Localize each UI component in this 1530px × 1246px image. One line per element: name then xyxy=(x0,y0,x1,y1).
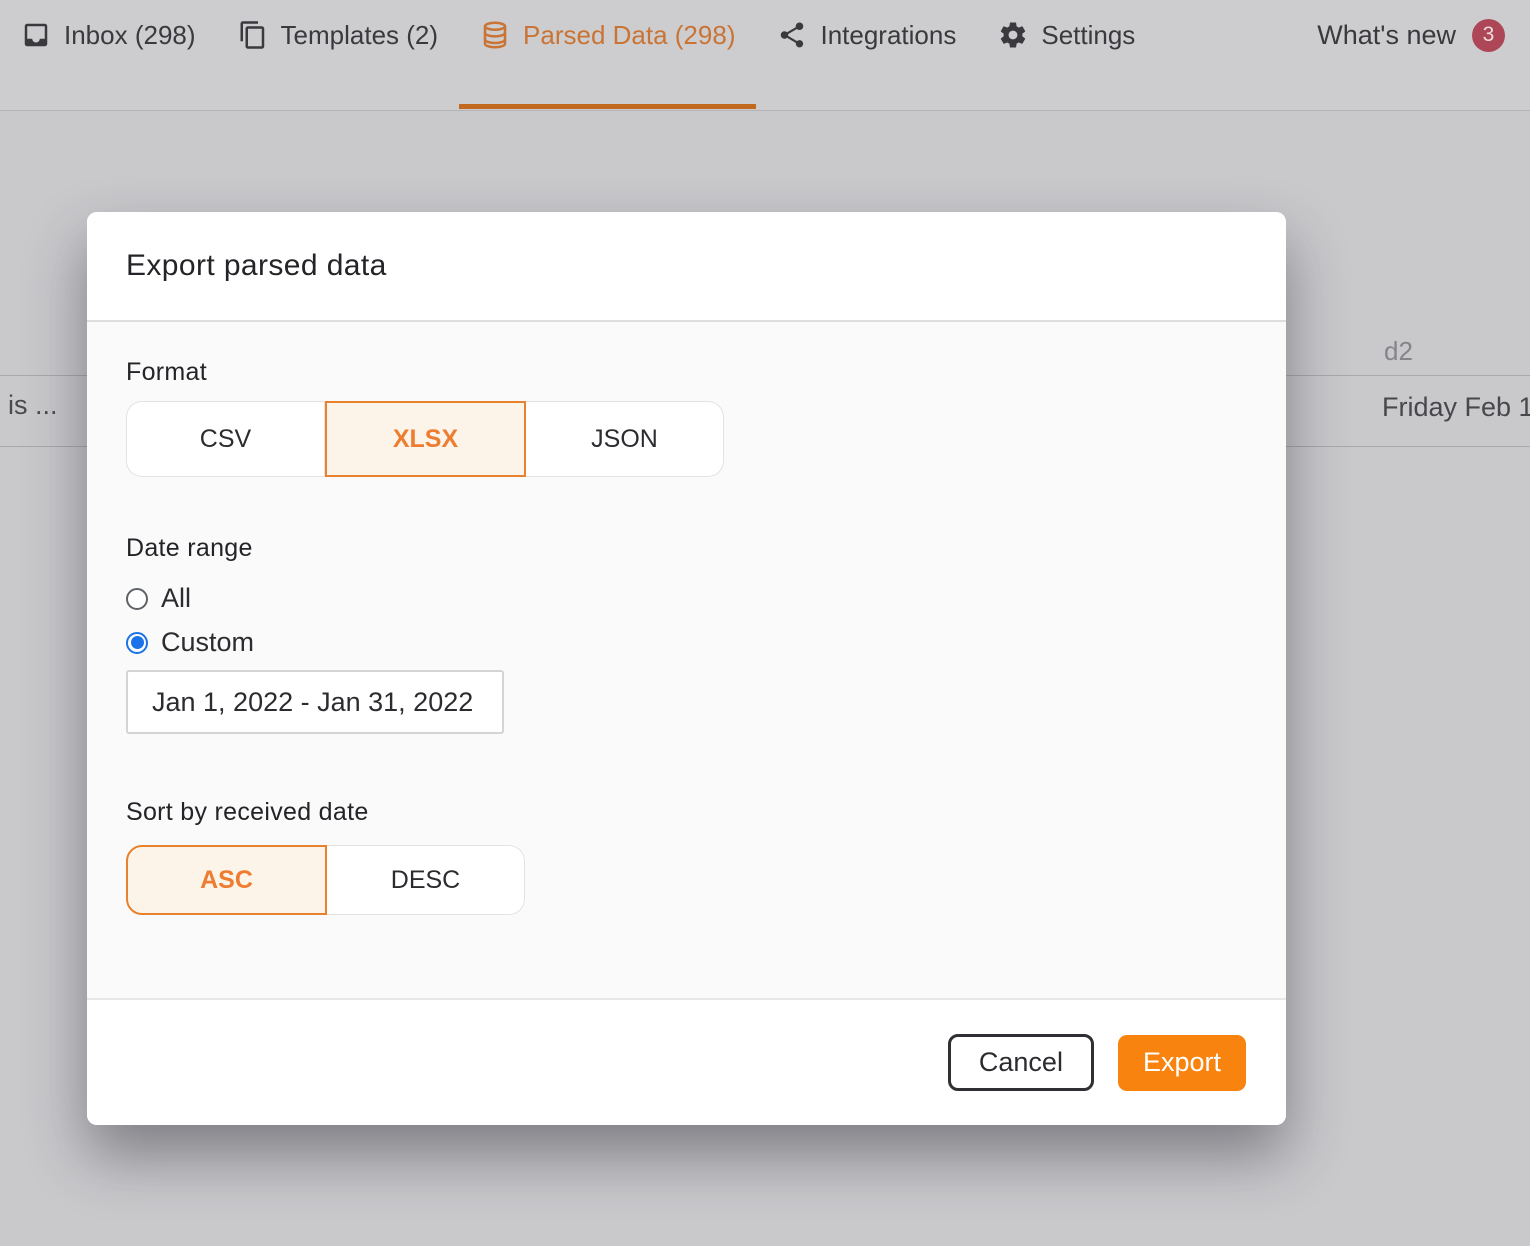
tab-templates[interactable]: Templates (2) xyxy=(217,0,460,70)
background-cell-left: is ... xyxy=(8,390,58,421)
format-option-xlsx[interactable]: XLSX xyxy=(325,401,526,477)
dialog-header: Export parsed data xyxy=(87,212,1286,322)
sort-label: Sort by received date xyxy=(126,798,1247,827)
gear-icon xyxy=(998,20,1028,50)
app-screen: Inbox (298) Templates (2) Parsed Data (2… xyxy=(0,0,1530,1246)
notification-badge: 3 xyxy=(1472,19,1505,52)
whats-new-link[interactable]: What's new 3 xyxy=(1317,0,1530,70)
background-cell-right: Friday Feb 17 xyxy=(1382,392,1530,423)
top-nav: Inbox (298) Templates (2) Parsed Data (2… xyxy=(0,0,1530,111)
tab-settings-label: Settings xyxy=(1041,20,1135,51)
format-toggle-group: CSV XLSX JSON xyxy=(126,401,724,477)
tab-integrations[interactable]: Integrations xyxy=(756,0,977,70)
tab-settings[interactable]: Settings xyxy=(977,0,1156,70)
sort-option-desc[interactable]: DESC xyxy=(327,845,525,915)
radio-option-all[interactable]: All xyxy=(126,583,1247,614)
tab-templates-label: Templates (2) xyxy=(281,20,439,51)
sort-toggle-group: ASC DESC xyxy=(126,845,525,915)
tab-parsed-data-label: Parsed Data (298) xyxy=(523,20,735,51)
inbox-icon xyxy=(21,20,51,50)
share-icon xyxy=(777,20,807,50)
date-range-label: Date range xyxy=(126,534,1247,563)
export-button[interactable]: Export xyxy=(1118,1035,1246,1091)
tab-inbox-label: Inbox (298) xyxy=(64,20,196,51)
radio-all[interactable] xyxy=(126,588,148,610)
sort-section: Sort by received date ASC DESC xyxy=(126,798,1247,915)
tab-parsed-data[interactable]: Parsed Data (298) xyxy=(459,0,756,70)
format-option-csv[interactable]: CSV xyxy=(126,401,325,477)
cancel-button[interactable]: Cancel xyxy=(948,1034,1094,1091)
format-label: Format xyxy=(126,358,1247,387)
radio-all-label: All xyxy=(161,583,191,614)
database-icon xyxy=(480,20,510,50)
date-range-section: Date range All Custom Jan 1, 2022 - Jan … xyxy=(126,534,1247,734)
radio-option-custom[interactable]: Custom xyxy=(126,627,1247,658)
dialog-body: Format CSV XLSX JSON Date range All Cust… xyxy=(87,322,1286,998)
sort-option-asc[interactable]: ASC xyxy=(126,845,327,915)
dialog-title: Export parsed data xyxy=(126,249,387,283)
background-column-header: d2 xyxy=(1384,336,1413,367)
templates-icon xyxy=(238,20,268,50)
radio-custom-label: Custom xyxy=(161,627,254,658)
tab-integrations-label: Integrations xyxy=(820,20,956,51)
date-range-input[interactable]: Jan 1, 2022 - Jan 31, 2022 xyxy=(126,670,504,734)
export-dialog: Export parsed data Format CSV XLSX JSON … xyxy=(87,212,1286,1125)
dialog-footer: Cancel Export xyxy=(87,998,1286,1125)
tab-inbox[interactable]: Inbox (298) xyxy=(0,0,217,70)
radio-custom[interactable] xyxy=(126,632,148,654)
whats-new-label: What's new xyxy=(1317,20,1456,51)
format-option-json[interactable]: JSON xyxy=(526,401,724,477)
